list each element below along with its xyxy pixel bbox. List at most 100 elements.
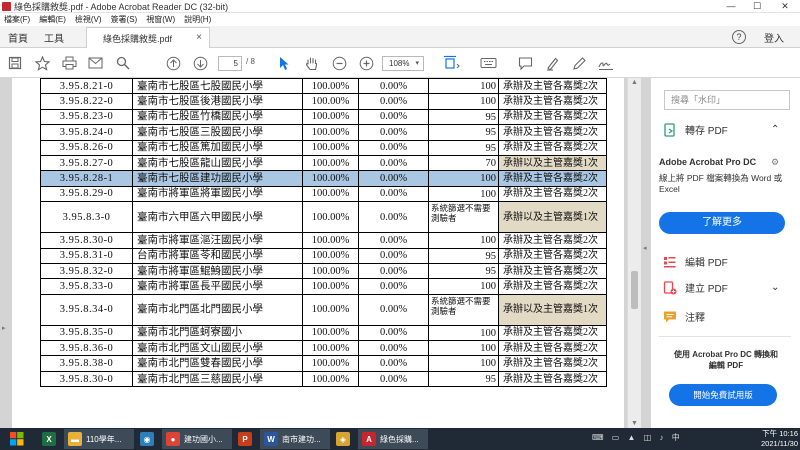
taskbar-word[interactable]: W 南市建功... xyxy=(260,429,330,449)
chevron-down-icon[interactable]: ⌄ xyxy=(771,282,779,293)
tab-tools[interactable]: 工具 xyxy=(44,30,64,45)
taskbar-acrobat[interactable]: A 綠色採購... xyxy=(358,429,428,449)
fit-page-icon[interactable] xyxy=(441,54,463,72)
search-icon[interactable] xyxy=(114,54,132,72)
help-icon[interactable]: ? xyxy=(732,30,746,44)
tab-home[interactable]: 首頁 xyxy=(8,30,28,45)
sign-icon[interactable] xyxy=(597,54,615,72)
maximize-button[interactable]: ☐ xyxy=(744,0,770,13)
tools-search-input[interactable]: 搜尋「水印」 xyxy=(664,90,790,110)
cell-percent-green: 100.00% xyxy=(302,201,359,234)
keyboard-tools-icon[interactable] xyxy=(478,54,498,72)
cell-code: 3.95.8.32-0 xyxy=(40,262,133,280)
chevron-up-icon[interactable]: ⌃ xyxy=(771,124,779,135)
hand-tool-icon[interactable] xyxy=(303,54,321,72)
taskbar-network[interactable]: ◉ xyxy=(136,429,160,449)
email-icon[interactable] xyxy=(86,54,104,72)
scroll-up-icon[interactable]: ▲ xyxy=(631,79,638,86)
vertical-scrollbar[interactable]: ▲ ▼ xyxy=(627,78,641,428)
scrollbar-thumb[interactable] xyxy=(631,271,638,309)
scroll-down-icon[interactable]: ▼ xyxy=(631,420,638,427)
right-panel-toggle-icon[interactable]: ◂ xyxy=(643,244,647,252)
cell-percent-green: 100.00% xyxy=(302,108,359,126)
cell-school: 臺南市北門區雙春國民小學 xyxy=(132,355,303,372)
zoom-in-icon[interactable] xyxy=(357,54,375,72)
document-tab-label: 綠色採購敘獎.pdf xyxy=(103,33,173,44)
create-pdf-tool[interactable]: 建立 PDF ⌄ xyxy=(663,280,779,295)
cell-note-score: 100 xyxy=(428,355,499,372)
taskbar-chrome[interactable]: ● 建功國小... xyxy=(162,429,232,449)
cell-school: 臺南市七股區七股國民小學 xyxy=(132,78,303,95)
settings-gear-icon[interactable]: ⚙ xyxy=(771,157,779,168)
cell-award: 承辦及主管各嘉獎2次 xyxy=(498,93,607,110)
menu-sign[interactable]: 簽署(S) xyxy=(111,14,138,25)
document-area[interactable]: ▸ 3.95.8.21-0 臺南市七股區七股國民小學 100.00% 0.00% 100… xyxy=(0,78,650,428)
save-icon[interactable] xyxy=(6,54,24,72)
menu-window[interactable]: 視窗(W) xyxy=(146,14,175,25)
edit-pdf-tool[interactable]: 編輯 PDF xyxy=(663,254,728,269)
table-row: 3.95.8.34-0 臺南市北門區北門國民小學 100.00% 0.00% 系統篩選不… xyxy=(40,293,607,326)
tools-pane: 搜尋「水印」 轉存 PDF ⌃ Adobe Acrobat Pro DC ⚙ 線… xyxy=(650,78,800,428)
cell-award: 承辦及主管各嘉獎2次 xyxy=(498,124,607,141)
system-tray[interactable]: ⌨ ▭ ▲ ◫ ♪ 中 xyxy=(592,432,683,443)
zoom-level-input[interactable]: 108% ▾ xyxy=(382,56,424,71)
powerpoint-icon: P xyxy=(238,432,252,446)
tab-document[interactable]: 綠色採購敘獎.pdf × xyxy=(86,27,210,48)
cell-percent-other: 0.00% xyxy=(358,278,429,295)
learn-more-button[interactable]: 了解更多 xyxy=(659,212,785,234)
export-pdf-tool[interactable]: 轉存 PDF ⌃ xyxy=(663,122,779,137)
print-icon[interactable] xyxy=(60,54,78,72)
cell-note-score: 100 xyxy=(428,170,499,187)
start-free-trial-button[interactable]: 開始免費試用版 xyxy=(669,384,777,406)
app-icon: ◈ xyxy=(336,432,350,446)
menu-edit[interactable]: 編輯(E) xyxy=(39,14,66,25)
table-row: 3.95.8.35-0 臺南市北門區蚵寮國小 100.00% 0.00% 100 承辦及主… xyxy=(40,324,607,342)
menu-view[interactable]: 檢視(V) xyxy=(75,14,102,25)
login-button[interactable]: 登入 xyxy=(764,30,784,45)
taskbar-excel[interactable]: X xyxy=(38,429,62,449)
create-pdf-label: 建立 PDF xyxy=(685,284,728,295)
minimize-button[interactable]: — xyxy=(718,0,744,13)
comment-icon[interactable] xyxy=(516,54,534,72)
comment-tool[interactable]: 注釋 xyxy=(663,309,705,324)
table-row: 3.95.8.32-0 臺南市將軍區鯤鯓國民小學 100.00% 0.00% 95 承辦及… xyxy=(40,262,607,280)
start-button[interactable] xyxy=(0,429,34,449)
menu-help[interactable]: 說明(H) xyxy=(184,14,211,25)
cell-award: 承辦及主管各嘉獎2次 xyxy=(498,170,607,187)
cell-percent-other: 0.00% xyxy=(358,355,429,372)
cell-percent-other: 0.00% xyxy=(358,324,429,342)
taskbar-app[interactable]: ◈ xyxy=(332,429,356,449)
pdf-page: 3.95.8.21-0 臺南市七股區七股國民小學 100.00% 0.00% 100 承辦… xyxy=(12,78,624,428)
promo-description: 線上將 PDF 檔案轉換為 Word 或 Excel xyxy=(659,173,783,194)
next-page-icon[interactable] xyxy=(191,54,209,72)
zoom-value: 108% xyxy=(389,59,410,68)
table-row: 3.95.8.33-0 臺南市將軍區長平國民小學 100.00% 0.00% 100 承辦… xyxy=(40,278,607,295)
page-number-input[interactable]: 5 xyxy=(218,56,242,71)
taskbar-powerpoint[interactable]: P xyxy=(234,429,258,449)
cell-score: 95 xyxy=(485,111,497,123)
previous-page-icon[interactable] xyxy=(164,54,182,72)
cell-percent-green: 100.00% xyxy=(302,293,359,326)
cell-note-score: 95 xyxy=(428,139,499,156)
close-tab-icon[interactable]: × xyxy=(196,32,202,43)
close-window-button[interactable]: ✕ xyxy=(770,0,800,13)
draw-pencil-icon[interactable] xyxy=(570,54,588,72)
export-pdf-icon xyxy=(663,122,677,137)
left-panel-toggle-icon[interactable]: ▸ xyxy=(2,324,6,332)
cell-school: 臺南市將軍區漚汪國民小學 xyxy=(132,232,303,249)
cell-code: 3.95.8.3-0 xyxy=(40,201,133,234)
zoom-out-icon[interactable] xyxy=(330,54,348,72)
clock[interactable]: 下午 10:16 2021/11/30 xyxy=(744,429,798,449)
cell-percent-other: 0.00% xyxy=(358,139,429,156)
menu-file[interactable]: 檔案(F) xyxy=(4,14,30,25)
cell-code: 3.95.8.35-0 xyxy=(40,324,133,342)
highlight-pen-icon[interactable] xyxy=(543,54,561,72)
table-row: 3.95.8.21-0 臺南市七股區七股國民小學 100.00% 0.00% 100 承辦… xyxy=(40,78,607,95)
zoom-dropdown-icon[interactable]: ▾ xyxy=(415,57,419,70)
select-cursor-icon[interactable] xyxy=(276,54,292,72)
cell-note-score: 95 xyxy=(428,247,499,264)
cell-code: 3.95.8.21-0 xyxy=(40,78,133,95)
clock-date: 2021/11/30 xyxy=(761,439,798,448)
taskbar-folder[interactable]: ▬ 110學年... xyxy=(64,429,134,449)
bookmark-star-icon[interactable] xyxy=(33,54,51,72)
